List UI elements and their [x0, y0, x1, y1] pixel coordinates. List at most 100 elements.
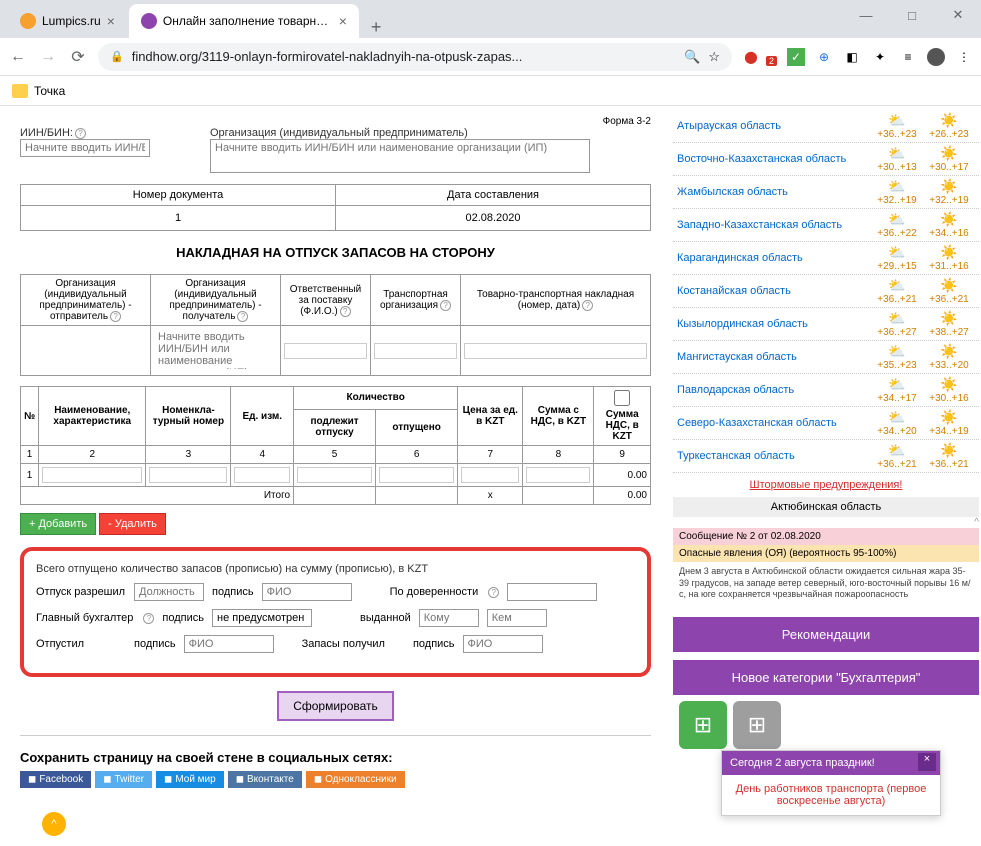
sign-label: подпись — [212, 586, 254, 598]
recipient-header: Организация (индивидуальный предпринимат… — [151, 275, 281, 326]
ext-check-icon[interactable]: ✓ — [787, 48, 805, 66]
total-nds: 0.00 — [594, 487, 651, 505]
msg-bar: Сообщение № 2 от 02.08.2020 — [673, 528, 979, 545]
weather-row: Атырауская область⛅+36..+23☀️+26..+23 — [673, 110, 979, 143]
received-input[interactable] — [463, 635, 543, 653]
region-link[interactable]: Туркестанская область — [677, 450, 871, 462]
new-category-box[interactable]: Новое категории "Бухгалтерия" — [673, 660, 979, 695]
region-link[interactable]: Восточно-Казахстанская область — [677, 153, 871, 165]
released-input[interactable] — [184, 635, 274, 653]
sender-input[interactable] — [24, 329, 147, 369]
weather-icon: ☀️ — [940, 244, 957, 261]
iin-input[interactable] — [20, 139, 150, 157]
item-qty2-input[interactable] — [379, 467, 454, 483]
close-icon[interactable]: × — [107, 13, 115, 29]
bookmark-item[interactable]: Точка — [34, 84, 65, 98]
iin-label: ИИН/БИН: — [20, 127, 73, 139]
region-link[interactable]: Северо-Казахстанская область — [677, 417, 871, 429]
region-link[interactable]: Кызылординская область — [677, 318, 871, 330]
odnoklassniki-button[interactable]: ◼ Одноклассники — [306, 771, 405, 788]
region-link[interactable]: Атырауская область — [677, 120, 871, 132]
back-button[interactable]: ← — [8, 48, 28, 66]
accountant-input[interactable] — [212, 609, 312, 627]
by-input[interactable] — [487, 609, 547, 627]
region-link[interactable]: Жамбылская область — [677, 186, 871, 198]
ext-globe-icon[interactable]: ⊕ — [815, 48, 833, 66]
close-window-button[interactable]: ✕ — [935, 0, 981, 30]
tab-title: Lumpics.ru — [42, 14, 101, 28]
item-unit-input[interactable] — [234, 467, 290, 483]
url-input[interactable]: 🔒 findhow.org/3119-onlayn-formirovatel-n… — [98, 43, 732, 71]
avatar[interactable] — [927, 48, 945, 66]
region-link[interactable]: Павлодарская область — [677, 384, 871, 396]
star-icon[interactable]: ☆ — [708, 49, 720, 65]
tab-active[interactable]: Онлайн заполнение товарной н × — [129, 4, 359, 38]
proxy-input[interactable] — [507, 583, 597, 601]
item-name-input[interactable] — [42, 467, 142, 483]
region-link[interactable]: Костанайская область — [677, 285, 871, 297]
reload-button[interactable]: ⟳ — [68, 47, 88, 67]
doc-no-input[interactable] — [48, 210, 308, 226]
fio-input[interactable] — [262, 583, 352, 601]
help-icon[interactable]: ? — [488, 587, 499, 598]
weather-row: Западно-Казахстанская область⛅+36..+22☀️… — [673, 209, 979, 242]
calculator-icon[interactable]: ⊞ — [679, 701, 727, 749]
region-link[interactable]: Западно-Казахстанская область — [677, 219, 871, 231]
position-input[interactable] — [134, 583, 204, 601]
minimize-button[interactable]: — — [843, 0, 889, 30]
extensions-icon[interactable]: ✦ — [871, 48, 889, 66]
help-icon[interactable]: ? — [237, 311, 248, 322]
moimir-button[interactable]: ◼ Мой мир — [156, 771, 224, 788]
col-price: Цена за ед. в KZT — [458, 387, 523, 446]
add-button[interactable]: + Добавить — [20, 513, 96, 535]
tab-lumpics[interactable]: Lumpics.ru × — [8, 4, 127, 38]
date-label: Дата составления — [336, 185, 651, 206]
help-icon[interactable]: ? — [110, 311, 121, 322]
close-icon[interactable]: × — [339, 13, 347, 29]
vkontakte-button[interactable]: ◼ Вконтакте — [228, 771, 302, 788]
ext-opera-icon[interactable]: ⬤ — [742, 48, 760, 66]
region-link[interactable]: Мангистауская область — [677, 351, 871, 363]
storm-link[interactable]: Штормовые предупреждения! — [673, 473, 979, 497]
ext-cube-icon[interactable]: ◧ — [843, 48, 861, 66]
help-icon[interactable]: ? — [440, 300, 451, 311]
maximize-button[interactable]: □ — [889, 0, 935, 30]
help-icon[interactable]: ? — [75, 128, 86, 139]
facebook-button[interactable]: ◼ Facebook — [20, 771, 91, 788]
help-icon[interactable]: ? — [582, 300, 593, 311]
notification-popup: Сегодня 2 августа праздник! × День работ… — [721, 750, 941, 816]
ttn-input[interactable] — [464, 343, 647, 359]
new-tab-button[interactable]: + — [361, 17, 392, 38]
notif-link[interactable]: День работников транспорта (первое воскр… — [736, 783, 927, 807]
item-price-input[interactable] — [461, 467, 519, 483]
accountant-label: Главный бухгалтер — [36, 612, 133, 624]
responsible-input[interactable] — [284, 343, 367, 359]
item-qty1-input[interactable] — [297, 467, 372, 483]
submit-button[interactable]: Сформировать — [277, 691, 394, 721]
help-icon[interactable]: ? — [143, 613, 154, 624]
notif-header: Сегодня 2 августа праздник! × — [722, 751, 940, 775]
date-input[interactable] — [363, 210, 623, 226]
scroll-top-button[interactable]: ^ — [42, 812, 66, 836]
weather-row: Костанайская область⛅+36..+21☀️+36..+21 — [673, 275, 979, 308]
help-icon[interactable]: ? — [340, 306, 351, 317]
recipient-input[interactable] — [154, 329, 277, 369]
twitter-button[interactable]: ◼ Twitter — [95, 771, 152, 788]
delete-button[interactable]: - Удалить — [99, 513, 166, 535]
region-link[interactable]: Карагандинская область — [677, 252, 871, 264]
search-icon[interactable]: 🔍 — [684, 49, 700, 65]
org-input[interactable] — [210, 139, 590, 173]
close-icon[interactable]: × — [918, 753, 936, 771]
calculator-icon[interactable]: ⊞ — [733, 701, 781, 749]
lock-icon: 🔒 — [110, 50, 124, 63]
menu-icon[interactable]: ⋮ — [955, 48, 973, 66]
transport-input[interactable] — [374, 343, 457, 359]
warn-bar: Опасные явления (ОЯ) (вероятность 95-100… — [673, 545, 979, 562]
item-sum-input[interactable] — [526, 467, 590, 483]
item-nomen-input[interactable] — [149, 467, 227, 483]
recommend-box[interactable]: Рекомендации — [673, 617, 979, 652]
nds-checkbox[interactable] — [597, 390, 647, 406]
forward-button[interactable]: → — [38, 48, 58, 66]
whom-input[interactable] — [419, 609, 479, 627]
reading-list-icon[interactable]: ≡ — [899, 48, 917, 66]
